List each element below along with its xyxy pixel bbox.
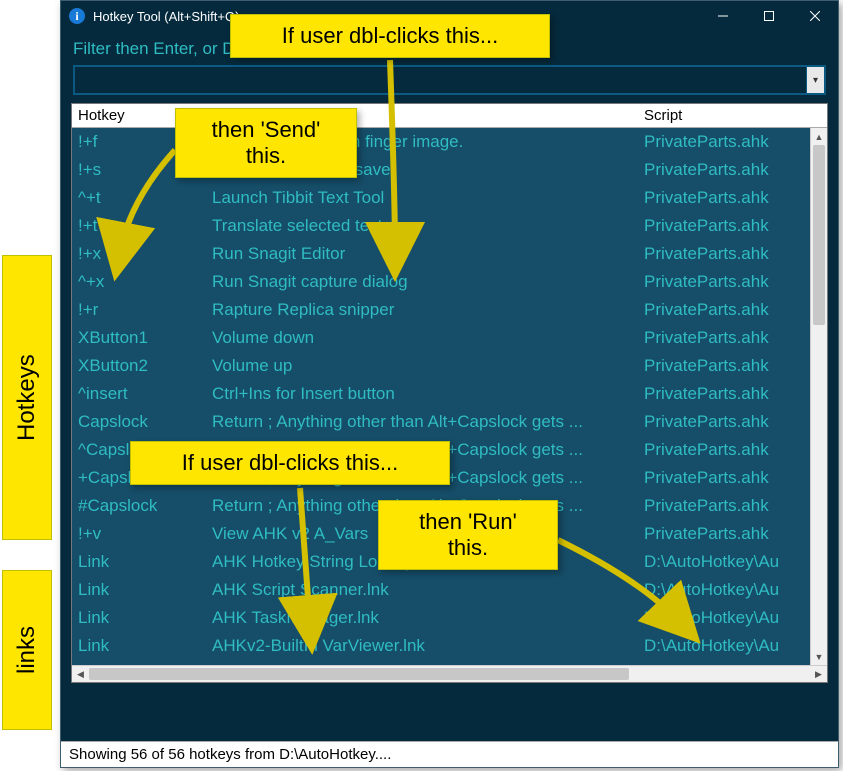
- callout-dblclick-bottom: If user dbl-clicks this...: [130, 441, 450, 485]
- cell-hotkey: Link: [72, 632, 206, 660]
- cell-script: D:\AutoHotkey\Au: [638, 604, 827, 632]
- table-row[interactable]: !+tTranslate selected textPrivateParts.a…: [72, 212, 827, 240]
- app-icon: i: [69, 8, 85, 24]
- cell-script: PrivateParts.ahk: [638, 268, 827, 296]
- side-label-hotkeys: Hotkeys: [2, 255, 52, 540]
- horizontal-scrollbar[interactable]: ◀ ▶: [72, 665, 827, 682]
- cell-script: PrivateParts.ahk: [638, 212, 827, 240]
- cell-script: PrivateParts.ahk: [638, 492, 827, 520]
- cell-script: PrivateParts.ahk: [638, 156, 827, 184]
- cell-hotkey: Capslock: [72, 408, 206, 436]
- callout-run-this: then 'Run' this.: [378, 500, 558, 570]
- cell-script: PrivateParts.ahk: [638, 520, 827, 548]
- cell-script: D:\AutoHotkey\Au: [638, 548, 827, 576]
- cell-hotkey: Link: [72, 576, 206, 604]
- cell-script: PrivateParts.ahk: [638, 324, 827, 352]
- cell-desc: Return ; Anything other than Alt+Capsloc…: [206, 408, 638, 436]
- cell-script: PrivateParts.ahk: [638, 408, 827, 436]
- cell-hotkey: Link: [72, 604, 206, 632]
- side-label-links: links: [2, 570, 52, 730]
- cell-script: PrivateParts.ahk: [638, 352, 827, 380]
- cell-desc: Ctrl+Ins for Insert button: [206, 380, 638, 408]
- cell-script: PrivateParts.ahk: [638, 240, 827, 268]
- column-header-script[interactable]: Script: [638, 105, 827, 126]
- cell-script: D:\AutoHotkey\Au: [638, 576, 827, 604]
- status-bar: Showing 56 of 56 hotkeys from D:\AutoHot…: [61, 741, 838, 767]
- cell-desc: Volume up: [206, 352, 638, 380]
- cell-desc: Volume down: [206, 324, 638, 352]
- table-row[interactable]: CapslockReturn ; Anything other than Alt…: [72, 408, 827, 436]
- list-body: !+fPoint at Mouse with finger image.Priv…: [72, 128, 827, 665]
- cell-hotkey: XButton2: [72, 352, 206, 380]
- callout-dblclick-top: If user dbl-clicks this...: [230, 14, 550, 58]
- cell-desc: Run Snagit Editor: [206, 240, 638, 268]
- cell-hotkey: ^+x: [72, 268, 206, 296]
- cell-script: PrivateParts.ahk: [638, 380, 827, 408]
- maximize-button[interactable]: [746, 1, 792, 31]
- cell-hotkey: !+t: [72, 212, 206, 240]
- cell-desc: Translate selected text: [206, 212, 638, 240]
- cell-script: PrivateParts.ahk: [638, 464, 827, 492]
- cell-desc: AHK TaskManager.lnk: [206, 604, 638, 632]
- cell-script: D:\AutoHotkey\Au: [638, 632, 827, 660]
- cell-hotkey: ^+t: [72, 184, 206, 212]
- cell-hotkey: ^insert: [72, 380, 206, 408]
- filter-input[interactable]: [75, 67, 806, 93]
- table-row[interactable]: XButton2Volume upPrivateParts.ahk: [72, 352, 827, 380]
- cell-script: PrivateParts.ahk: [638, 296, 827, 324]
- filter-combobox[interactable]: ▾: [73, 65, 826, 95]
- table-row[interactable]: LinkAHKv2-BuiltIn VarViewer.lnkD:\AutoHo…: [72, 632, 827, 660]
- cell-hotkey: !+x: [72, 240, 206, 268]
- cell-script: PrivateParts.ahk: [638, 128, 827, 156]
- cell-hotkey: #Capslock: [72, 492, 206, 520]
- cell-hotkey: !+r: [72, 296, 206, 324]
- cell-desc: Rapture Replica snipper: [206, 296, 638, 324]
- cell-script: PrivateParts.ahk: [638, 184, 827, 212]
- scroll-right-arrow-icon[interactable]: ▶: [810, 666, 827, 682]
- scroll-down-arrow-icon[interactable]: ▼: [811, 648, 827, 665]
- cell-script: PrivateParts.ahk: [638, 436, 827, 464]
- cell-desc: Launch Tibbit Text Tool: [206, 184, 638, 212]
- table-row[interactable]: LinkAHK TaskManager.lnkD:\AutoHotkey\Au: [72, 604, 827, 632]
- scroll-up-arrow-icon[interactable]: ▲: [811, 128, 827, 145]
- cell-desc: Run Snagit capture dialog: [206, 268, 638, 296]
- cell-hotkey: Link: [72, 548, 206, 576]
- cell-desc: AHKv2-BuiltIn VarViewer.lnk: [206, 632, 638, 660]
- table-row[interactable]: ^insertCtrl+Ins for Insert buttonPrivate…: [72, 380, 827, 408]
- close-button[interactable]: [792, 1, 838, 31]
- vertical-scrollbar[interactable]: ▲ ▼: [810, 128, 827, 665]
- table-row[interactable]: !+xRun Snagit EditorPrivateParts.ahk: [72, 240, 827, 268]
- cell-desc: AHK Script Scanner.lnk: [206, 576, 638, 604]
- table-row[interactable]: LinkAHK Script Scanner.lnkD:\AutoHotkey\…: [72, 576, 827, 604]
- chevron-down-icon: ▾: [813, 75, 818, 86]
- cell-hotkey: XButton1: [72, 324, 206, 352]
- table-row[interactable]: ^+xRun Snagit capture dialogPrivateParts…: [72, 268, 827, 296]
- table-row[interactable]: !+rRapture Replica snipperPrivateParts.a…: [72, 296, 827, 324]
- horizontal-scroll-thumb[interactable]: [89, 668, 629, 680]
- hotkey-listview[interactable]: Hotkey Script !+fPoint at Mouse with fin…: [71, 103, 828, 683]
- scroll-left-arrow-icon[interactable]: ◀: [72, 666, 89, 682]
- vertical-scroll-thumb[interactable]: [813, 145, 825, 325]
- cell-hotkey: !+v: [72, 520, 206, 548]
- table-row[interactable]: ^+tLaunch Tibbit Text ToolPrivateParts.a…: [72, 184, 827, 212]
- minimize-button[interactable]: [700, 1, 746, 31]
- callout-send-this: then 'Send' this.: [175, 108, 357, 178]
- table-row[interactable]: XButton1Volume downPrivateParts.ahk: [72, 324, 827, 352]
- combobox-dropdown-button[interactable]: ▾: [806, 67, 824, 93]
